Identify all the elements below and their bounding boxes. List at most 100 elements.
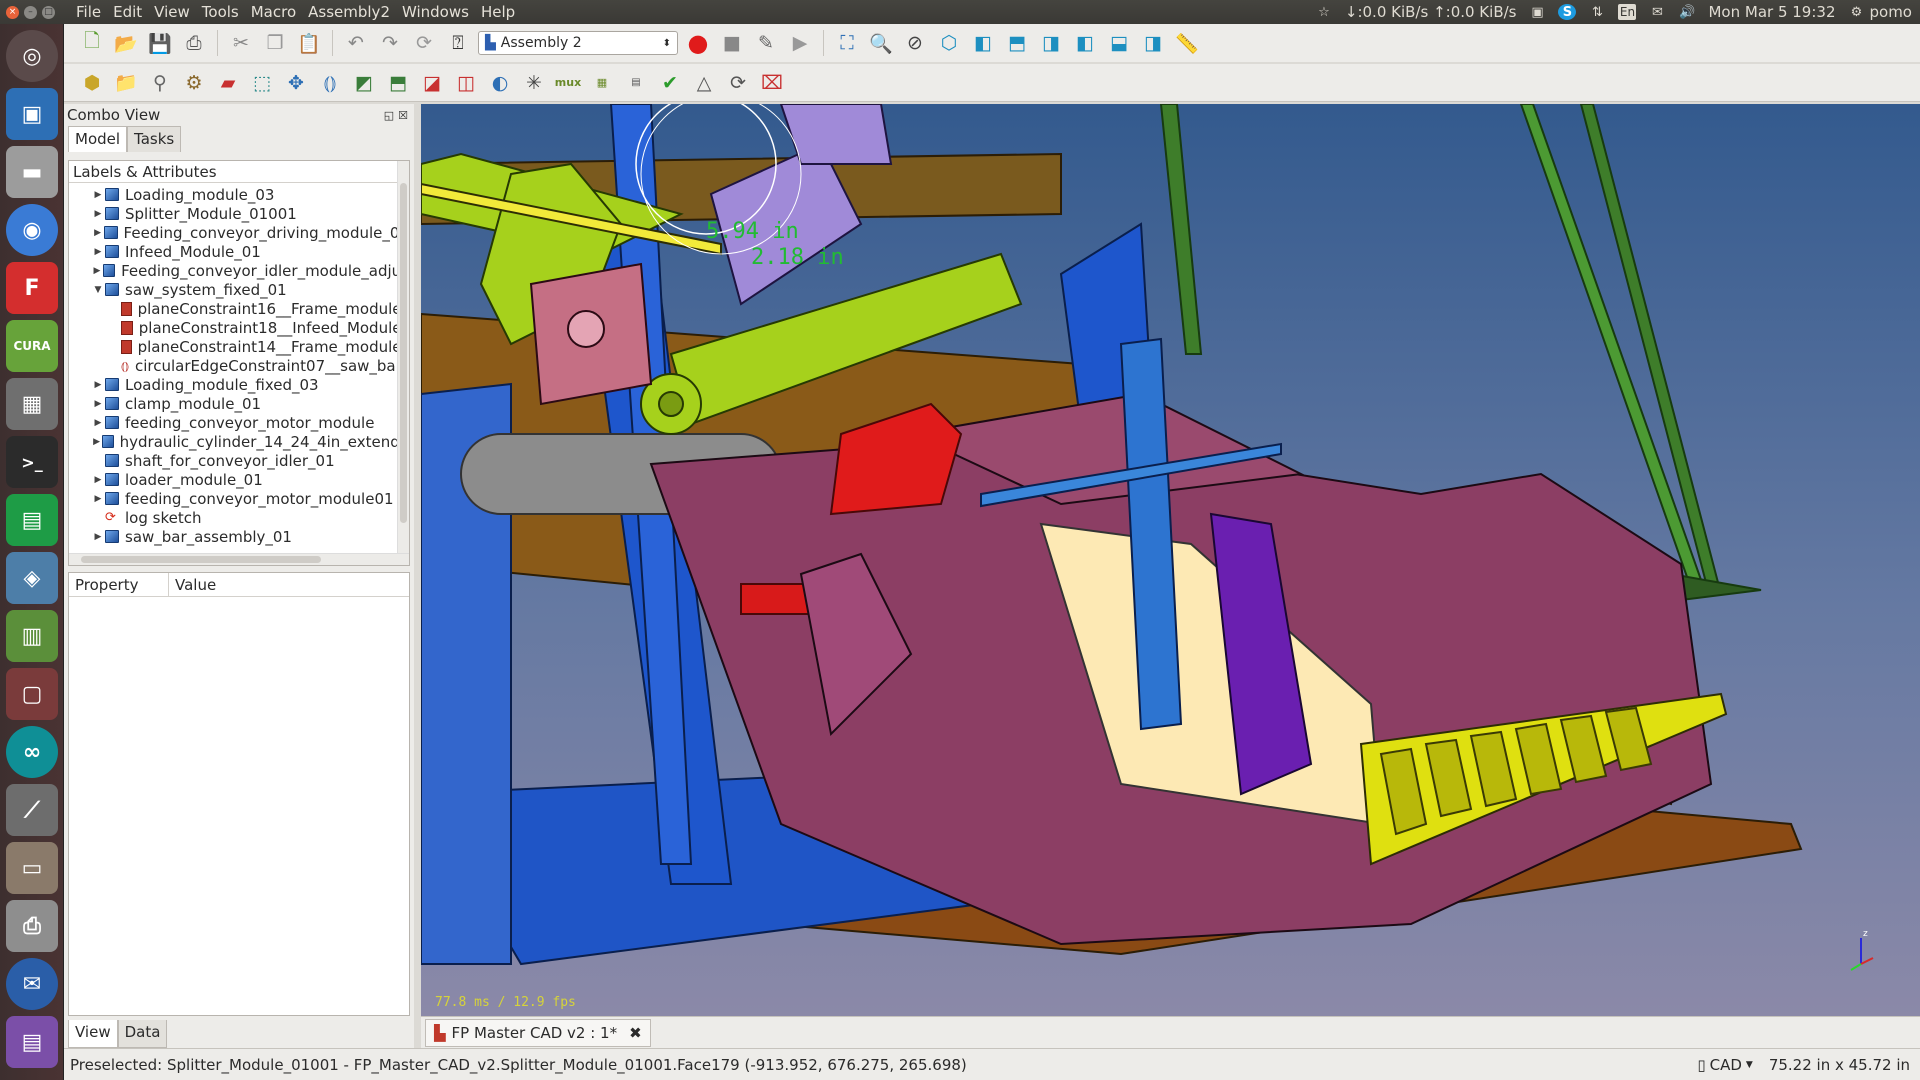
axial-constraint-icon[interactable]: ⬚ xyxy=(248,69,276,97)
menu-help[interactable]: Help xyxy=(475,3,521,21)
chevron-right-icon[interactable]: ▶ xyxy=(91,266,103,276)
tree-item[interactable]: ▶ saw_bar_assembly_01 xyxy=(69,527,409,546)
tree-child-item[interactable]: ⦅⦆ circularEdgeConstraint07__saw_bar_ xyxy=(69,356,409,375)
circular-edge-constraint-icon[interactable]: ⦅⦆ xyxy=(316,69,344,97)
chevron-right-icon[interactable]: ▶ xyxy=(91,190,105,200)
triangle-tool-icon[interactable]: △ xyxy=(690,69,718,97)
tab-view[interactable]: View xyxy=(68,1020,118,1048)
open-icon[interactable]: 📂 xyxy=(112,29,140,57)
clear-constraints-icon[interactable]: ⌧ xyxy=(758,69,786,97)
chevron-right-icon[interactable]: ▶ xyxy=(91,475,105,485)
menu-macro[interactable]: Macro xyxy=(245,3,302,21)
run-macro-icon[interactable]: ▶ xyxy=(786,29,814,57)
tree-item[interactable]: ▶ hydraulic_cylinder_14_24_4in_extende xyxy=(69,432,409,451)
disk-icon[interactable]: ▬ xyxy=(6,146,58,198)
close-tab-icon[interactable]: ✖ xyxy=(629,1024,642,1042)
degrees-of-freedom-icon[interactable]: ◫ xyxy=(452,69,480,97)
axonometric-view-icon[interactable]: ⬡ xyxy=(935,29,963,57)
bolt-icon[interactable]: ✳ xyxy=(520,69,548,97)
fit-selection-icon[interactable]: 🔍 xyxy=(867,29,895,57)
rear-view-icon[interactable]: ◧ xyxy=(1071,29,1099,57)
tree-item[interactable]: ▼ saw_system_fixed_01 xyxy=(69,280,409,299)
save-icon[interactable]: 💾 xyxy=(146,29,174,57)
navigation-style-selector[interactable]: ▯ CAD ▼ xyxy=(1697,1056,1752,1074)
skype-icon[interactable]: S xyxy=(1558,4,1577,20)
cura-icon[interactable]: CURA xyxy=(6,320,58,372)
copy-icon[interactable]: ❐ xyxy=(261,29,289,57)
import-folder-icon[interactable]: 📁 xyxy=(112,69,140,97)
menu-view[interactable]: View xyxy=(148,3,196,21)
hardware-icon[interactable]: ▣ xyxy=(1528,4,1546,20)
tree-horizontal-scrollbar[interactable] xyxy=(69,553,409,565)
tab-data[interactable]: Data xyxy=(117,1020,168,1048)
chevron-right-icon[interactable]: ▶ xyxy=(91,532,105,542)
chevron-right-icon[interactable]: ▶ xyxy=(91,437,102,447)
whats-this-icon[interactable]: ⍰ xyxy=(444,29,472,57)
tree-child-item[interactable]: planeConstraint14__Frame_module_ xyxy=(69,337,409,356)
gear-icon[interactable]: ⚙ xyxy=(1848,4,1866,20)
update-parts-icon[interactable]: ⚙ xyxy=(180,69,208,97)
tree-item[interactable]: ▶ Loading_module_fixed_03 xyxy=(69,375,409,394)
lock-rotation-icon[interactable]: ⟳ xyxy=(724,69,752,97)
mux-icon[interactable]: mux xyxy=(554,69,582,97)
keyboard-language-icon[interactable]: En xyxy=(1618,4,1637,20)
move-part-icon[interactable]: ✥ xyxy=(282,69,310,97)
new-document-icon[interactable]: 🗋 xyxy=(78,29,106,57)
tree-child-item[interactable]: planeConstraint16__Frame_module_ xyxy=(69,299,409,318)
ubuntu-logo-icon[interactable]: ◎ xyxy=(6,30,58,82)
tool-icon[interactable]: ⟋ xyxy=(6,784,58,836)
menu-assembly2[interactable]: Assembly2 xyxy=(302,3,396,21)
tree-item[interactable]: ▶ Feeding_conveyor_idler_module_adjus xyxy=(69,261,409,280)
close-window-icon[interactable]: × xyxy=(6,5,19,19)
fit-all-icon[interactable]: ⛶ xyxy=(833,29,861,57)
menu-file[interactable]: File xyxy=(70,3,107,21)
tree-item[interactable]: ⟳ log sketch xyxy=(69,508,409,527)
top-view-icon[interactable]: ⬒ xyxy=(1003,29,1031,57)
check-assembly-icon[interactable]: ⚲ xyxy=(146,69,174,97)
bottom-view-icon[interactable]: ⬓ xyxy=(1105,29,1133,57)
stop-macro-icon[interactable]: ■ xyxy=(718,29,746,57)
cad-model-render[interactable]: 5.94 in 2.18 in z xyxy=(421,104,1920,1016)
value-column-header[interactable]: Value xyxy=(169,573,409,596)
angle-constraint-icon[interactable]: ◩ xyxy=(350,69,378,97)
clock[interactable]: Mon Mar 5 19:32 xyxy=(1708,3,1835,21)
right-view-icon[interactable]: ◨ xyxy=(1037,29,1065,57)
print-icon[interactable]: ⎙ xyxy=(180,29,208,57)
tree-item[interactable]: ▶ Loading_module_03 xyxy=(69,185,409,204)
flip-constraint-icon[interactable]: ◪ xyxy=(418,69,446,97)
arduino-icon[interactable]: ∞ xyxy=(6,726,58,778)
tab-tasks[interactable]: Tasks xyxy=(127,126,182,152)
screenshot-icon[interactable]: ◈ xyxy=(6,552,58,604)
close-panel-icon[interactable]: ☒ xyxy=(398,109,408,122)
calculator-icon[interactable]: ▦ xyxy=(6,378,58,430)
model-tree[interactable]: Labels & Attributes ▶ Loading_module_03 ▶ S… xyxy=(68,160,410,566)
tree-item[interactable]: ▶ Splitter_Module_01001 xyxy=(69,204,409,223)
undo-icon[interactable]: ↶ xyxy=(342,29,370,57)
tree-item[interactable]: ▶ Feeding_conveyor_driving_module_01 xyxy=(69,223,409,242)
image-viewer-icon[interactable]: ▣ xyxy=(6,88,58,140)
tree-item[interactable]: ▶ clamp_module_01 xyxy=(69,394,409,413)
printer-icon[interactable]: ⎙ xyxy=(6,900,58,952)
tree-vertical-scrollbar[interactable] xyxy=(397,161,409,565)
float-panel-icon[interactable]: ◱ xyxy=(384,109,394,122)
menu-tools[interactable]: Tools xyxy=(196,3,245,21)
paste-icon[interactable]: 📋 xyxy=(295,29,323,57)
chromium-icon[interactable]: ◉ xyxy=(6,204,58,256)
menu-windows[interactable]: Windows xyxy=(396,3,475,21)
redo-icon[interactable]: ↷ xyxy=(376,29,404,57)
solve-icon[interactable]: ✔ xyxy=(656,69,684,97)
tree-item[interactable]: ▶ feeding_conveyor_motor_module xyxy=(69,413,409,432)
network-transfer-icon[interactable]: ⇅ xyxy=(1588,4,1606,20)
chevron-right-icon[interactable]: ▶ xyxy=(91,494,105,504)
parts-list-icon[interactable]: ▤ xyxy=(622,69,650,97)
workspace-switcher-icon[interactable]: ▢ xyxy=(6,668,58,720)
measure-icon[interactable]: 📏 xyxy=(1173,29,1201,57)
trash-icon[interactable]: ▤ xyxy=(6,1016,58,1068)
workbench-selector[interactable]: ▙ Assembly 2 ⬍ xyxy=(478,31,678,55)
star-icon[interactable]: ☆ xyxy=(1315,4,1333,20)
tab-model[interactable]: Model xyxy=(68,126,128,152)
tab-fp-master-cad[interactable]: ▙ FP Master CAD v2 : 1* ✖ xyxy=(425,1019,651,1047)
front-view-icon[interactable]: ◧ xyxy=(969,29,997,57)
cut-icon[interactable]: ✂ xyxy=(227,29,255,57)
spherical-constraint-icon[interactable]: ⬒ xyxy=(384,69,412,97)
